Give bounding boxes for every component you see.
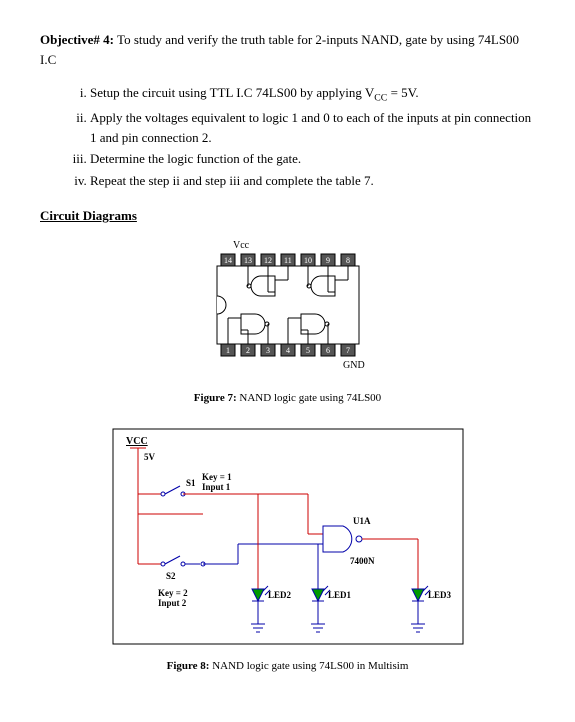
step-item-1: Setup the circuit using TTL I.C 74LS00 b… [90,83,535,106]
step-item-2: Apply the voltages equivalent to logic 1… [90,108,535,147]
svg-text:5: 5 [306,346,310,355]
svg-text:S1: S1 [186,478,196,488]
svg-text:9: 9 [326,256,330,265]
svg-text:Input 2: Input 2 [158,598,187,608]
svg-text:11: 11 [284,256,292,265]
svg-text:6: 6 [326,346,330,355]
svg-text:3: 3 [266,346,270,355]
vcc-label: VCC [126,436,148,447]
svg-text:LED2: LED2 [268,590,292,600]
svg-text:LED3: LED3 [428,590,452,600]
svg-text:U1A: U1A [353,516,371,526]
nand-ic-diagram: Vcc 14 13 12 11 10 9 8 [173,236,403,386]
svg-text:7400N: 7400N [350,556,375,566]
svg-text:2: 2 [246,346,250,355]
svg-text:7: 7 [346,346,350,355]
svg-text:4: 4 [286,346,290,355]
steps-list: Setup the circuit using TTL I.C 74LS00 b… [40,83,535,190]
figure-8-caption: Figure 8: NAND logic gate using 74LS00 i… [40,660,535,672]
bottom-pins: 1 2 3 4 5 6 7 [221,344,355,356]
svg-text:10: 10 [304,256,312,265]
svg-text:13: 13 [244,256,252,265]
objective-heading: Objective# 4: To study and verify the tr… [40,30,535,69]
top-pins: 14 13 12 11 10 9 8 [221,254,355,266]
step-item-3: Determine the logic function of the gate… [90,149,535,169]
svg-text:LED1: LED1 [328,590,352,600]
svg-text:Key = 2: Key = 2 [158,588,188,598]
svg-text:5V: 5V [144,452,156,462]
objective-label: Objective# 4: [40,32,114,47]
section-title: Circuit Diagrams [40,208,535,224]
svg-text:8: 8 [346,256,350,265]
svg-text:12: 12 [264,256,272,265]
figure-7: Vcc 14 13 12 11 10 9 8 [40,236,535,404]
svg-text:1: 1 [226,346,230,355]
figure-8: VCC 5V S1 Key = 1 Input 1 S2 Key = 2 Inp… [40,424,535,672]
svg-text:S2: S2 [166,571,176,581]
svg-text:Key = 1: Key = 1 [202,472,232,482]
svg-text:Input 1: Input 1 [202,482,231,492]
multisim-circuit: VCC 5V S1 Key = 1 Input 1 S2 Key = 2 Inp… [108,424,468,654]
figure-7-caption: Figure 7: NAND logic gate using 74LS00 [40,392,535,404]
gnd-label: GND [343,360,365,371]
vcc-label: Vcc [233,240,250,251]
step-item-4: Repeat the step ii and step iii and comp… [90,171,535,191]
svg-text:14: 14 [224,256,232,265]
